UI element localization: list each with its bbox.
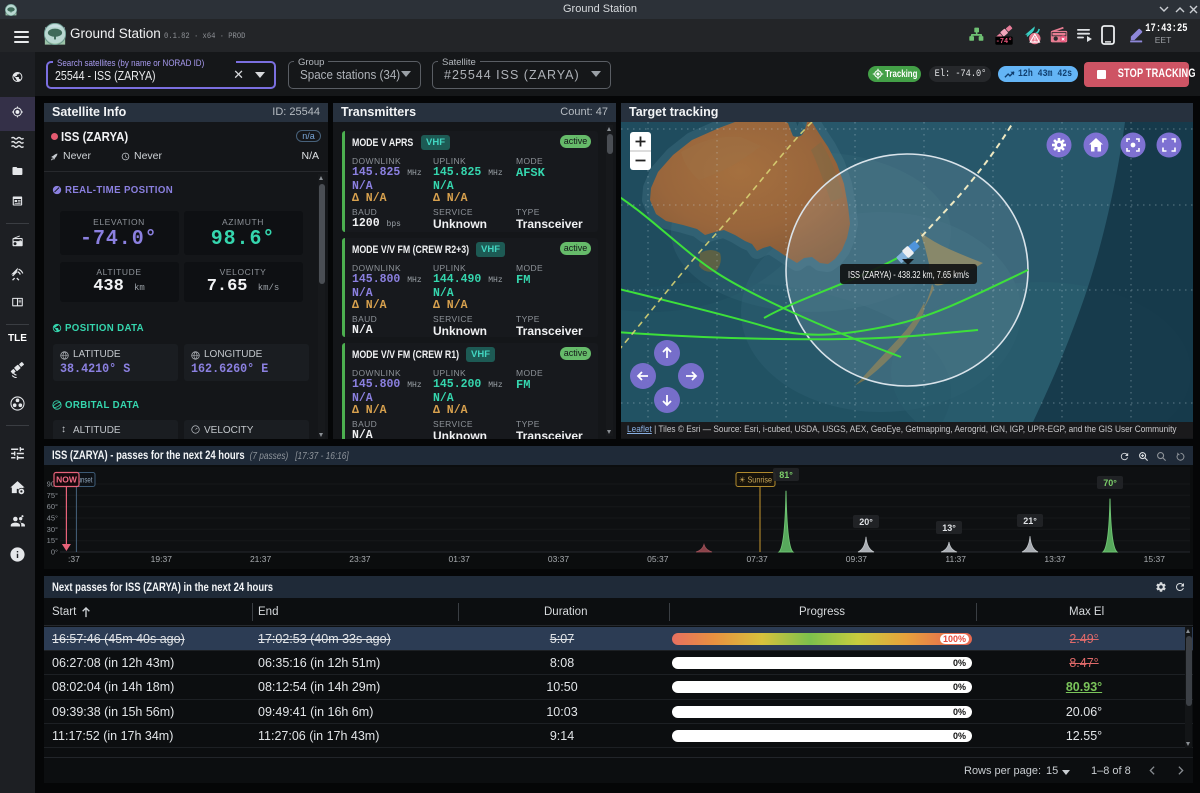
svg-text:01:37: 01:37 [449, 554, 471, 564]
svg-text:0°: 0° [51, 548, 58, 557]
svg-text:30°: 30° [47, 525, 58, 534]
svg-text:15:37: 15:37 [1144, 554, 1166, 564]
svg-text:11:37: 11:37 [945, 554, 966, 564]
svg-text:75°: 75° [47, 491, 58, 500]
svg-text:13°: 13° [942, 523, 956, 533]
svg-text::37: :37 [68, 554, 80, 564]
svg-text:70°: 70° [1103, 478, 1117, 488]
svg-text:ISS (ZARYA) - 438.32 km, 7.65: ISS (ZARYA) - 438.32 km, 7.65 km/s [848, 270, 969, 281]
svg-text:45°: 45° [47, 514, 58, 523]
svg-text:15°: 15° [47, 536, 58, 545]
svg-text:21:37: 21:37 [250, 554, 272, 564]
svg-text:03:37: 03:37 [548, 554, 570, 564]
svg-text:23:37: 23:37 [349, 554, 371, 564]
svg-text:19:37: 19:37 [151, 554, 173, 564]
svg-text:13:37: 13:37 [1044, 554, 1066, 564]
svg-text:60°: 60° [47, 502, 58, 511]
svg-text:81°: 81° [779, 470, 793, 480]
svg-text:20°: 20° [859, 517, 873, 527]
svg-text:-74°: -74° [996, 37, 1012, 46]
svg-text:☀ Sunrise: ☀ Sunrise [739, 476, 772, 485]
svg-text:NOW: NOW [56, 475, 78, 485]
svg-text:09:37: 09:37 [846, 554, 868, 564]
svg-text:21°: 21° [1023, 516, 1037, 526]
svg-text:05:37: 05:37 [647, 554, 669, 564]
svg-text:07:37: 07:37 [746, 554, 768, 564]
